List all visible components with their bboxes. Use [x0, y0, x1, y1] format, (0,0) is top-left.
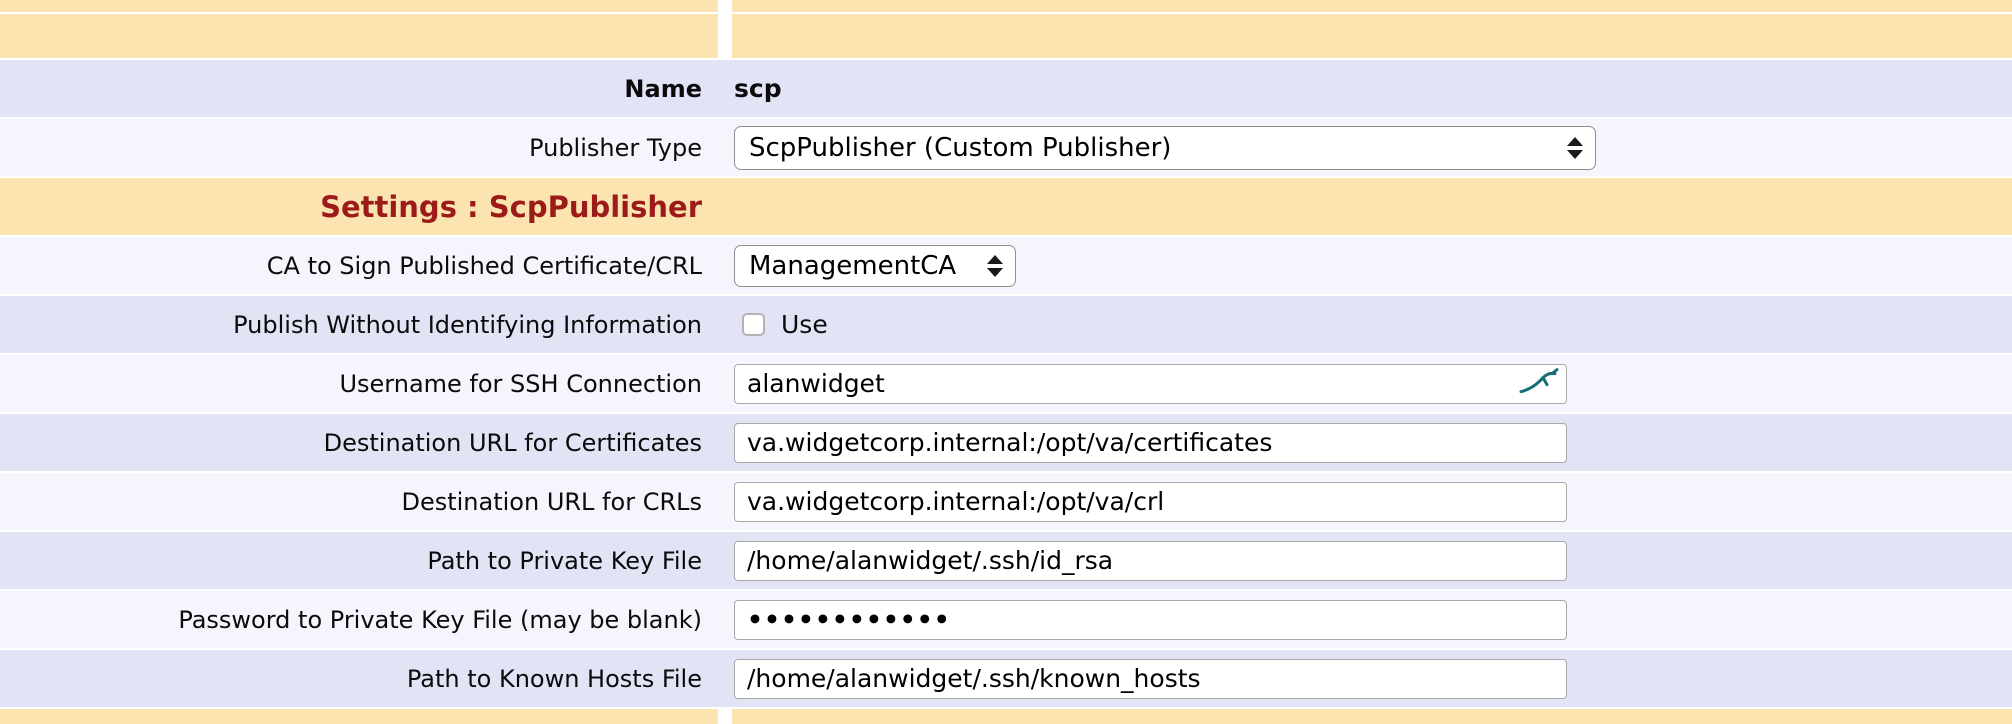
ssh-username-input[interactable]	[734, 364, 1567, 404]
select-up-down-arrows-icon	[1567, 137, 1583, 159]
footer-band	[0, 709, 2012, 724]
row-settings-heading: Settings : ScpPublisher	[0, 178, 2012, 235]
publisher-type-selected-option: ScpPublisher (Custom Publisher)	[749, 133, 1171, 163]
private-key-path-input[interactable]	[734, 541, 1567, 581]
header-band-left	[0, 14, 718, 58]
header-band-left	[0, 0, 718, 12]
publisher-type-select[interactable]: ScpPublisher (Custom Publisher)	[734, 126, 1596, 170]
publish-without-identifying-info-checkbox[interactable]	[742, 313, 765, 336]
publisher-type-label: Publisher Type	[529, 134, 702, 162]
ca-to-sign-label: CA to Sign Published Certificate/CRL	[267, 252, 702, 280]
row-private-key-password: Password to Private Key File (may be bla…	[0, 591, 2012, 648]
name-label: Name	[624, 75, 702, 103]
publish-without-identifying-info-label: Publish Without Identifying Information	[233, 311, 702, 339]
footer-band-right	[732, 709, 2012, 724]
cert-destination-label: Destination URL for Certificates	[324, 429, 702, 457]
row-publisher-type: Publisher Type ScpPublisher (Custom Publ…	[0, 119, 2012, 176]
row-cert-destination: Destination URL for Certificates	[0, 414, 2012, 471]
edit-publisher-form: Name scp Publisher Type ScpPublisher (Cu…	[0, 0, 2012, 724]
row-ssh-username: Username for SSH Connection	[0, 355, 2012, 412]
row-private-key-path: Path to Private Key File	[0, 532, 2012, 589]
row-known-hosts-path: Path to Known Hosts File	[0, 650, 2012, 707]
row-ca-to-sign: CA to Sign Published Certificate/CRL Man…	[0, 237, 2012, 294]
row-publish-without-identifying-info: Publish Without Identifying Information …	[0, 296, 2012, 353]
header-band-top	[0, 0, 2012, 12]
footer-band-left	[0, 709, 718, 724]
private-key-path-label: Path to Private Key File	[427, 547, 702, 575]
ssh-username-label: Username for SSH Connection	[339, 370, 702, 398]
header-band	[0, 14, 2012, 58]
row-name: Name scp	[0, 60, 2012, 117]
ca-to-sign-select[interactable]: ManagementCA	[734, 245, 1016, 287]
known-hosts-path-input[interactable]	[734, 659, 1567, 699]
crl-destination-label: Destination URL for CRLs	[401, 488, 702, 516]
use-checkbox-label: Use	[781, 310, 828, 339]
publisher-name-value: scp	[734, 74, 782, 103]
crl-destination-input[interactable]	[734, 482, 1567, 522]
header-band-right	[732, 0, 2012, 12]
select-up-down-arrows-icon	[987, 255, 1003, 277]
header-band-right	[732, 14, 2012, 58]
private-key-password-label: Password to Private Key File (may be bla…	[178, 606, 702, 634]
private-key-password-input[interactable]	[734, 600, 1567, 640]
dashlane-autofill-icon[interactable]	[1519, 366, 1559, 394]
row-crl-destination: Destination URL for CRLs	[0, 473, 2012, 530]
cert-destination-input[interactable]	[734, 423, 1567, 463]
settings-section-heading: Settings : ScpPublisher	[320, 190, 702, 224]
known-hosts-path-label: Path to Known Hosts File	[407, 665, 702, 693]
ca-to-sign-selected-option: ManagementCA	[749, 251, 956, 281]
